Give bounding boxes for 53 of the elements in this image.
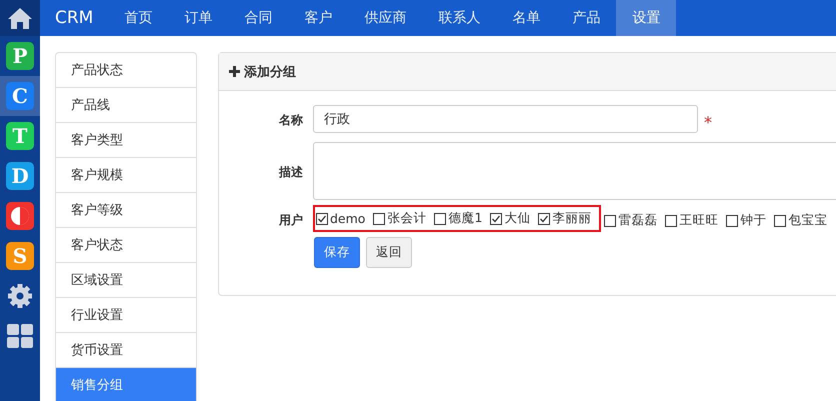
field-label: 名称 <box>278 112 304 129</box>
checkbox[interactable] <box>490 212 502 224</box>
nav-tab[interactable]: 订单 <box>168 0 228 36</box>
user-label: 包宝宝 <box>788 212 828 229</box>
panel-title: 添加分组 <box>244 64 296 80</box>
user-label: 张会计 <box>387 210 426 227</box>
checkbox[interactable] <box>434 212 446 224</box>
nav-tab[interactable]: 合同 <box>228 0 288 36</box>
required-mark: * <box>704 113 712 132</box>
user-label: 德魔1 <box>448 210 482 227</box>
checkbox[interactable] <box>373 212 386 224</box>
checkbox[interactable] <box>726 214 738 226</box>
home-icon[interactable] <box>7 6 33 30</box>
app-tile[interactable]: C <box>6 82 34 110</box>
nav-tab[interactable]: 供应商 <box>348 0 422 36</box>
field-label: 用户 <box>278 212 304 229</box>
user-label: demo <box>330 211 366 226</box>
nav-tab[interactable]: 产品 <box>556 0 616 36</box>
sidebar-item[interactable]: 客户等级 <box>56 193 196 228</box>
sidebar-item[interactable]: 产品状态 <box>56 53 196 88</box>
nav-tab[interactable]: 客户 <box>288 0 348 36</box>
app-tile[interactable]: P <box>6 42 34 70</box>
user-label: 大仙 <box>504 210 530 227</box>
plus-icon <box>229 66 240 77</box>
save-button[interactable]: 保存 <box>314 237 360 268</box>
sidebar-item[interactable]: 客户规模 <box>56 158 196 193</box>
sidebar-item[interactable]: 产品线 <box>56 88 196 123</box>
brand-title[interactable]: CRM <box>40 0 108 36</box>
app-tile[interactable]: D <box>6 162 34 190</box>
sidebar-item[interactable]: 区域设置 <box>56 263 196 298</box>
settings-icon[interactable] <box>7 283 33 309</box>
half-circle-app-icon[interactable] <box>6 202 34 230</box>
nav-tab[interactable]: 设置 <box>616 0 676 36</box>
user-label: 钟于 <box>740 212 766 229</box>
checkbox[interactable] <box>774 214 786 226</box>
sidebar-item[interactable]: 客户类型 <box>56 123 196 158</box>
sidebar-item[interactable]: 客户状态 <box>56 228 196 263</box>
checkbox[interactable] <box>538 212 550 224</box>
sidebar-item[interactable]: 行业设置 <box>56 298 196 333</box>
back-button[interactable]: 返回 <box>366 237 412 268</box>
checkbox[interactable] <box>316 212 328 224</box>
field-label: 描述 <box>278 164 304 181</box>
checkbox[interactable] <box>665 214 678 226</box>
nav-tab[interactable]: 首页 <box>108 0 168 36</box>
grid-icon[interactable] <box>7 324 33 348</box>
checkbox[interactable] <box>604 214 616 226</box>
nav-tab[interactable]: 联系人 <box>422 0 496 36</box>
name-input[interactable]: 行政 <box>313 105 698 133</box>
user-label: 李丽丽 <box>552 210 592 227</box>
sidebar-item[interactable]: 销售分组 <box>56 368 196 401</box>
user-label: 雷磊磊 <box>618 212 658 229</box>
user-label: 王旺旺 <box>679 212 718 229</box>
nav-tab[interactable]: 名单 <box>496 0 556 36</box>
